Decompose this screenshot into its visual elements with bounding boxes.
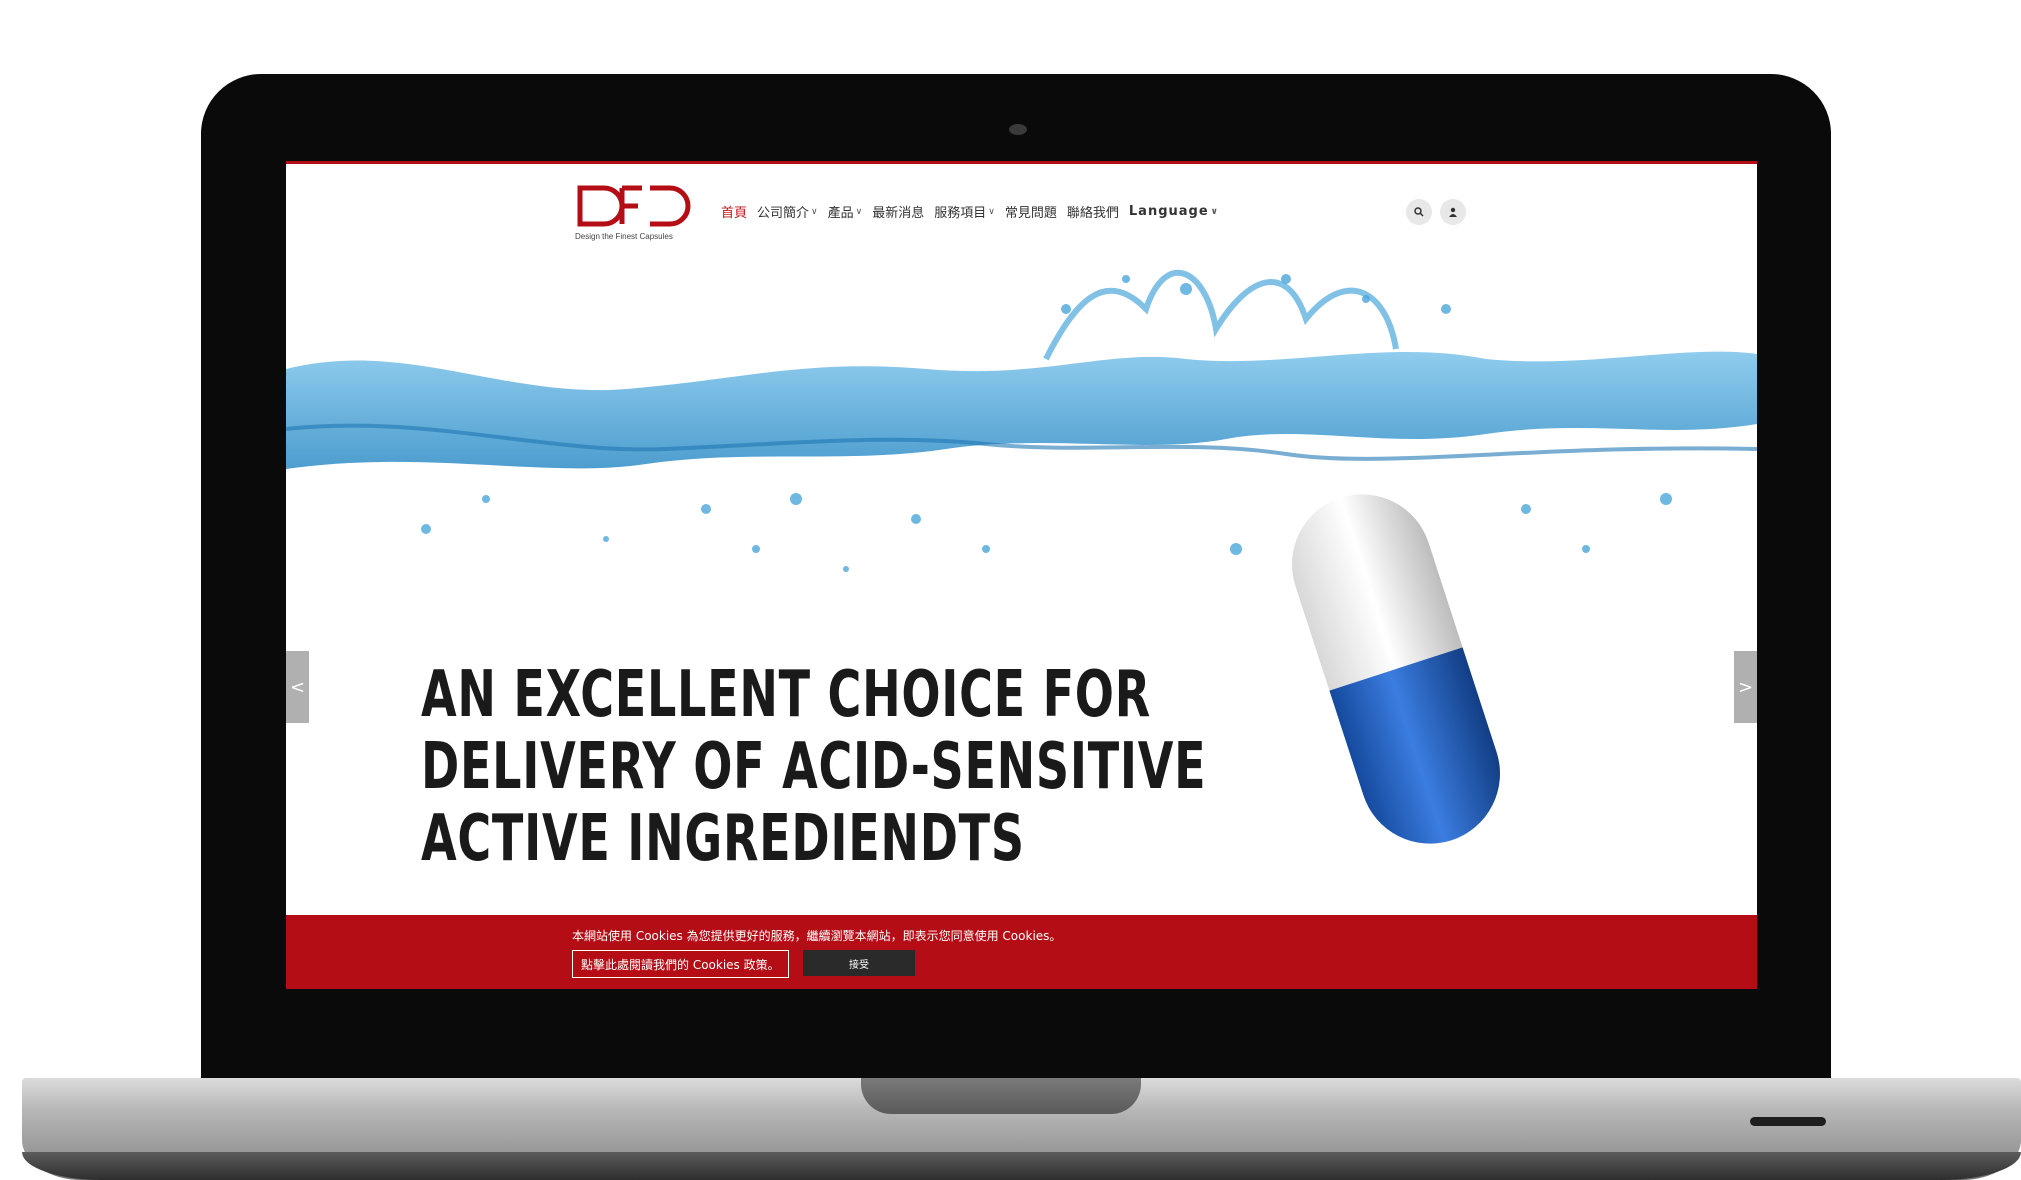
water-splash-image xyxy=(286,269,1757,583)
nav-item-home[interactable]: 首頁 xyxy=(721,202,747,221)
slider-next-button[interactable]: > xyxy=(1734,651,1757,723)
chevron-down-icon: ∨ xyxy=(988,206,995,217)
laptop-notch xyxy=(861,1078,1141,1114)
nav-item-news[interactable]: 最新消息 xyxy=(872,202,924,221)
chevron-down-icon: ∨ xyxy=(811,206,818,217)
nav-label: 公司簡介 xyxy=(757,206,810,221)
laptop-indicator-light xyxy=(1750,1117,1826,1126)
nav-label: 產品 xyxy=(827,206,854,221)
nav-item-about[interactable]: 公司簡介 ∨ xyxy=(757,202,818,221)
nav-item-services[interactable]: 服務項目 ∨ xyxy=(934,202,995,221)
headline-line: ACTIVE INGREDIENDTS xyxy=(421,802,1025,876)
nav-item-language[interactable]: Language ∨ xyxy=(1129,204,1219,219)
nav-item-faq[interactable]: 常見問題 xyxy=(1005,202,1057,221)
laptop-base-edge xyxy=(22,1152,2021,1180)
nav-label: 最新消息 xyxy=(872,206,925,221)
nav-item-contact[interactable]: 聯絡我們 xyxy=(1067,202,1119,221)
nav-label: 服務項目 xyxy=(934,206,987,221)
hero-headline: AN EXCELLENT CHOICE FOR DELIVERY OF ACID… xyxy=(421,658,1207,876)
capsule-image xyxy=(1292,494,1500,844)
logo-tagline: Design the Finest Capsules xyxy=(575,232,673,241)
nav-label: 常見問題 xyxy=(1004,206,1057,221)
nav-label: Language xyxy=(1128,204,1209,219)
cookie-policy-link[interactable]: 點擊此處閱讀我們的 Cookies 政策。 xyxy=(572,950,789,978)
cookie-banner: 本網站使用 Cookies 為您提供更好的服務，繼續瀏覽本網站，即表示您同意使用… xyxy=(286,915,1757,989)
headline-line: AN EXCELLENT CHOICE FOR xyxy=(421,658,1151,732)
laptop-screen: Design the Finest Capsules 首頁 公司簡介 ∨ 產品 … xyxy=(286,161,1757,989)
headline-line: DELIVERY OF ACID-SENSITIVE xyxy=(421,730,1207,804)
cookie-accept-button[interactable]: 接受 xyxy=(803,950,915,976)
nav-label: 首頁 xyxy=(721,206,748,221)
cookie-message: 本網站使用 Cookies 為您提供更好的服務，繼續瀏覽本網站，即表示您同意使用… xyxy=(572,929,1062,943)
site-header: Design the Finest Capsules 首頁 公司簡介 ∨ 產品 … xyxy=(286,164,1757,249)
user-icon xyxy=(1449,207,1457,217)
slider-prev-button[interactable]: < xyxy=(286,651,309,723)
hero-slider: AN EXCELLENT CHOICE FOR DELIVERY OF ACID… xyxy=(286,249,1757,915)
chevron-down-icon: ∨ xyxy=(1210,206,1219,217)
nav-label: 聯絡我們 xyxy=(1066,206,1119,221)
search-button[interactable] xyxy=(1406,199,1432,225)
chevron-down-icon: ∨ xyxy=(855,206,863,217)
main-nav: 首頁 公司簡介 ∨ 產品 ∨ 最新消息 服務項目 ∨ 常見問題 聯絡我們 Lan… xyxy=(721,202,1219,221)
nav-item-products[interactable]: 產品 ∨ xyxy=(828,202,863,221)
search-icon xyxy=(1414,207,1424,217)
webcam xyxy=(1009,124,1027,135)
account-button[interactable] xyxy=(1440,199,1466,225)
